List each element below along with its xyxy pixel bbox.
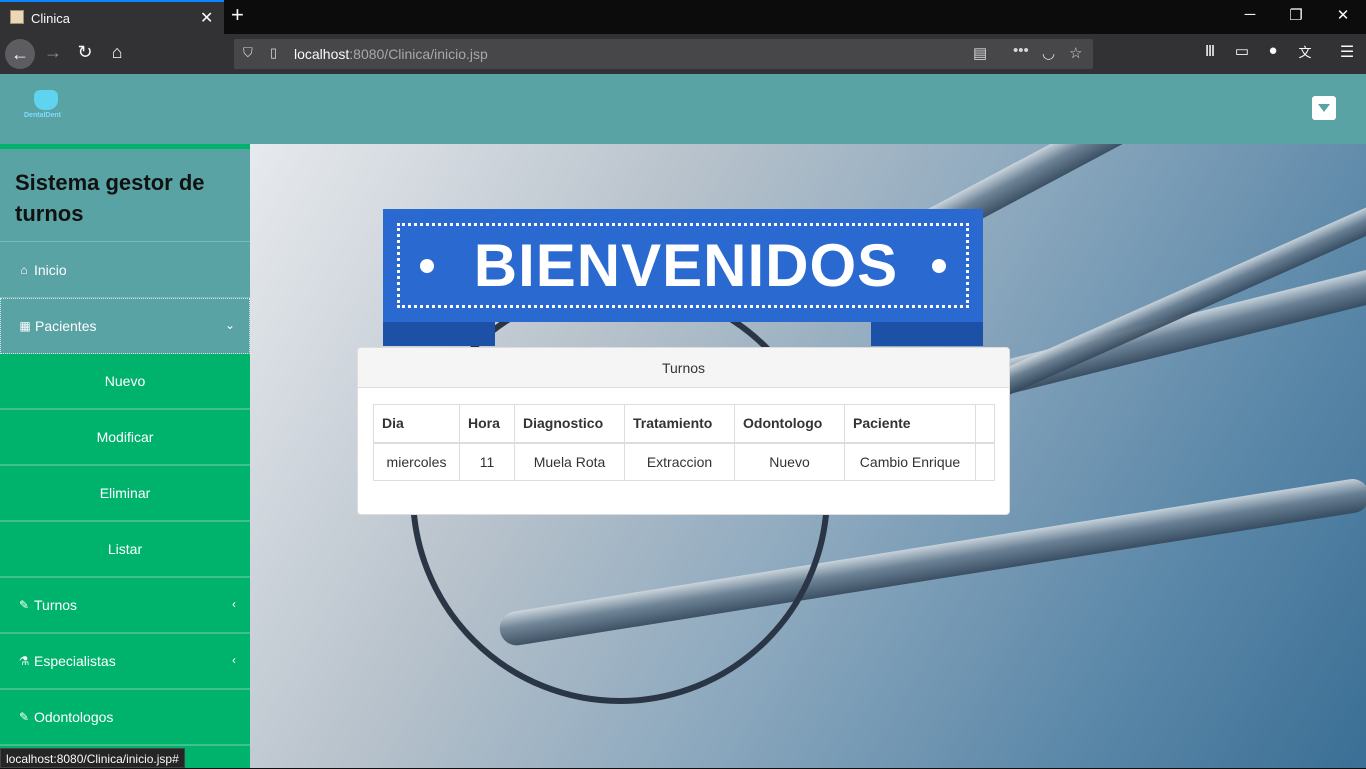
- column-header-empty: [975, 404, 995, 443]
- browser-tab-bar: Clinica ✕ + ─ ❐ ✕: [0, 0, 1366, 34]
- chevron-left-icon: ‹: [232, 597, 236, 611]
- turnos-panel: Turnos Dia Hora Diagnostico Tratamiento …: [357, 347, 1010, 515]
- status-bar-url: localhost:8080/Clinica/inicio.jsp#: [0, 748, 185, 768]
- chart-icon: ▦: [19, 319, 31, 333]
- account-icon[interactable]: ●: [1262, 42, 1284, 59]
- app-header: DentalDent: [0, 74, 1366, 144]
- turnos-table: Dia Hora Diagnostico Tratamiento Odontol…: [373, 404, 995, 481]
- table-cell: miercoles: [373, 442, 460, 481]
- pocket-icon[interactable]: ◡: [1042, 44, 1055, 62]
- close-tab-icon[interactable]: ✕: [200, 8, 213, 28]
- sidebar-subitem-modificar[interactable]: Modificar: [0, 410, 250, 466]
- chevron-down-icon: ⌄: [224, 318, 235, 332]
- back-icon[interactable]: ←: [5, 39, 35, 69]
- browser-tab[interactable]: Clinica ✕: [0, 0, 224, 34]
- welcome-banner: BIENVENIDOS: [383, 209, 983, 322]
- sidebar-item-inicio[interactable]: ⌂ Inicio: [0, 242, 250, 298]
- table-cell: 11: [459, 442, 515, 481]
- banner-dot: [932, 259, 946, 273]
- sidebar-subitem-eliminar[interactable]: Eliminar: [0, 466, 250, 522]
- sidebar-item-especialistas[interactable]: ⚗ Especialistas ‹: [0, 634, 250, 690]
- edit-icon: ✎: [18, 598, 30, 612]
- column-header: Tratamiento: [624, 404, 735, 443]
- column-header: Paciente: [844, 404, 976, 443]
- minimize-icon[interactable]: ─: [1240, 6, 1260, 23]
- bookmark-star-icon[interactable]: ☆: [1069, 44, 1082, 62]
- table-cell: Extraccion: [624, 442, 735, 481]
- sidebar-item-pacientes[interactable]: ▦ Pacientes ⌄: [0, 298, 250, 354]
- table-cell-empty: [975, 442, 995, 481]
- translate-icon[interactable]: 文: [1294, 42, 1316, 61]
- page-info-icon[interactable]: ▯: [270, 45, 277, 61]
- sidebar-subitem-nuevo[interactable]: Nuevo: [0, 354, 250, 410]
- new-tab-icon[interactable]: +: [231, 3, 244, 27]
- column-header: Dia: [373, 404, 460, 443]
- browser-toolbar: ← → ↻ ⌂ ⛉ ▯ localhost:8080/Clinica/inici…: [0, 34, 1366, 74]
- table-cell: Nuevo: [734, 442, 845, 481]
- menu-icon[interactable]: ☰: [1336, 42, 1358, 62]
- column-header: Diagnostico: [514, 404, 625, 443]
- edit-icon: ✎: [18, 710, 30, 724]
- sidebar-toggle-icon[interactable]: ▭: [1231, 42, 1253, 60]
- sidebar-item-odontologos[interactable]: ✎ Odontologos: [0, 690, 250, 746]
- chevron-left-icon: ‹: [232, 653, 236, 667]
- forward-icon[interactable]: →: [42, 42, 64, 63]
- banner-ribbon-left: [383, 322, 495, 346]
- web-page: DentalDent Sistema gestor de turnos ⌂ In…: [0, 74, 1366, 768]
- more-actions-icon[interactable]: •••: [1013, 42, 1029, 59]
- dropdown-toggle-icon[interactable]: [1312, 96, 1336, 120]
- table-row: miercoles 11 Muela Rota Extraccion Nuevo…: [373, 442, 995, 481]
- banner-ribbon-right: [871, 322, 983, 346]
- shield-icon[interactable]: ⛉: [243, 45, 253, 61]
- reader-view-icon[interactable]: ▤: [973, 44, 987, 62]
- restore-icon[interactable]: ❐: [1286, 6, 1306, 24]
- home-icon[interactable]: ⌂: [106, 42, 128, 63]
- flask-icon: ⚗: [18, 654, 30, 668]
- table-cell: Muela Rota: [514, 442, 625, 481]
- sidebar: Sistema gestor de turnos ⌂ Inicio ▦ Paci…: [0, 144, 250, 768]
- sidebar-subitem-listar[interactable]: Listar: [0, 522, 250, 578]
- reload-icon[interactable]: ↻: [74, 42, 96, 63]
- close-window-icon[interactable]: ✕: [1333, 6, 1353, 24]
- table-header-row: Dia Hora Diagnostico Tratamiento Odontol…: [373, 404, 995, 443]
- tooth-icon: [34, 90, 58, 110]
- table-cell: Cambio Enrique: [844, 442, 976, 481]
- address-bar[interactable]: ⛉ ▯ localhost:8080/Clinica/inicio.jsp ▤ …: [234, 39, 1093, 69]
- logo[interactable]: DentalDent: [24, 88, 70, 124]
- url-text[interactable]: localhost:8080/Clinica/inicio.jsp: [294, 46, 488, 62]
- sidebar-title: Sistema gestor de turnos: [0, 144, 250, 242]
- banner-border: BIENVENIDOS: [397, 223, 969, 308]
- tab-title: Clinica: [31, 11, 71, 26]
- panel-title: Turnos: [358, 348, 1009, 388]
- column-header: Hora: [459, 404, 515, 443]
- home-icon: ⌂: [20, 262, 28, 277]
- favicon-icon: [10, 10, 24, 24]
- column-header: Odontologo: [734, 404, 845, 443]
- banner-text: BIENVENIDOS: [473, 232, 899, 299]
- library-icon[interactable]: Ⅲ: [1199, 42, 1221, 60]
- sidebar-item-turnos[interactable]: ✎ Turnos ‹: [0, 578, 250, 634]
